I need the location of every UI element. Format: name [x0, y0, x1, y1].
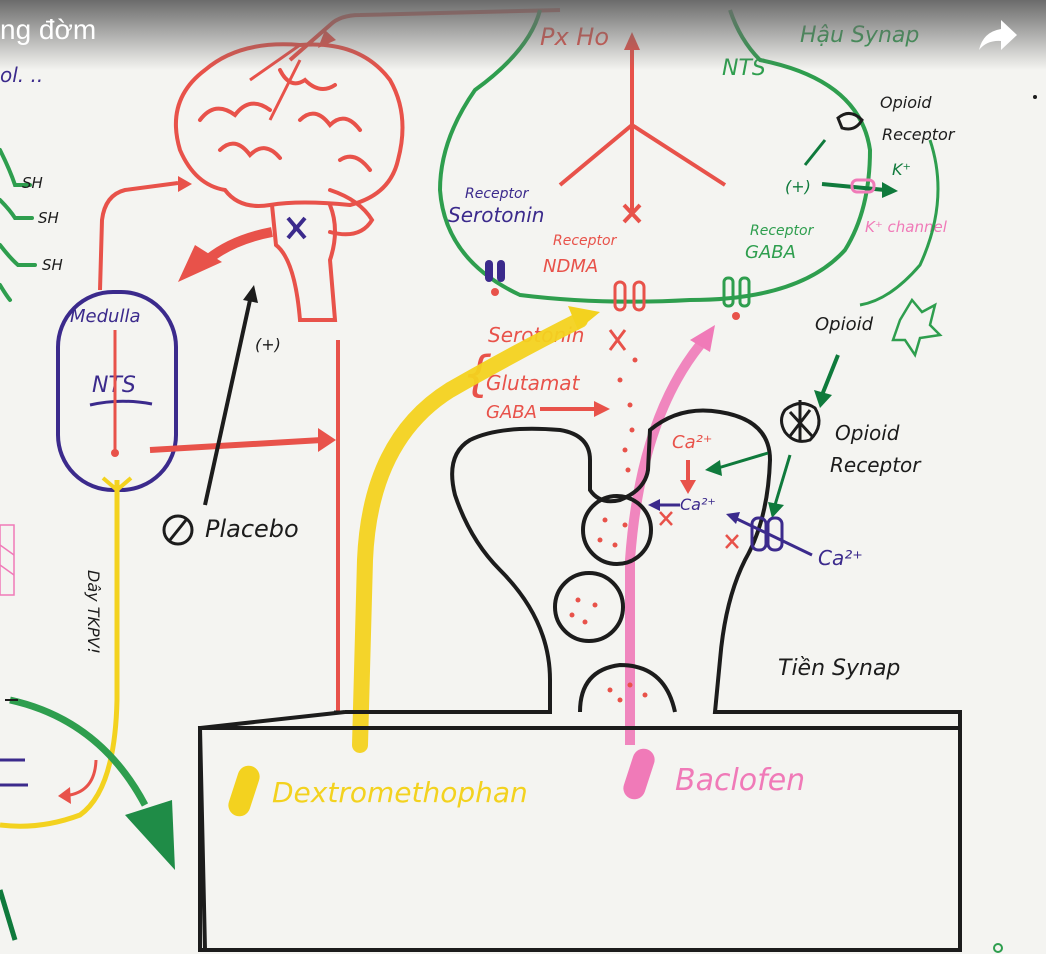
share-button[interactable]	[975, 16, 1021, 56]
dextromethorphan-label: Dextromethophan	[272, 776, 528, 809]
opioid-receptor-top-1: Opioid	[880, 93, 932, 112]
nts-right-label: NTS	[722, 56, 766, 81]
receptor-gaba-small: Receptor	[750, 223, 815, 239]
ca-top-label: Ca²⁺	[672, 432, 712, 453]
nerve-label: Dây TKPV!	[84, 570, 103, 654]
receptor-serotonin-small: Receptor	[465, 186, 530, 202]
receptor-ndma-label: NDMA	[543, 256, 598, 277]
whiteboard-diagram: SH SH SH ol. .. Medulla NTS Dây TKPV!	[0, 0, 1046, 954]
receptor-gaba-label: GABA	[745, 242, 796, 263]
k-plus-label: K⁺	[892, 160, 911, 179]
px-ho-label: Px Ho	[540, 23, 609, 51]
placebo-label: Placebo	[205, 515, 299, 543]
sh-label-3: SH	[42, 256, 63, 274]
receptor-ndma-small: Receptor	[553, 233, 618, 249]
ca-bottom-label: Ca²⁺	[818, 546, 863, 570]
baclofen-label: Baclofen	[675, 763, 805, 798]
share-arrow-icon	[979, 20, 1017, 50]
ca-mid-label: Ca²⁺	[680, 495, 716, 514]
opioid-label: Opioid	[815, 314, 874, 335]
sh-label-2: SH	[38, 209, 59, 227]
tien-synap-label: Tiền Synap	[778, 656, 900, 681]
gaba-label: GABA	[486, 402, 537, 423]
sh-label-1: SH	[22, 174, 43, 192]
receptor-serotonin-label: Serotonin	[448, 203, 544, 227]
opioid-receptor-label-1: Opioid	[835, 421, 900, 445]
top-left-fragment: ol. ..	[0, 63, 43, 87]
opioid-receptor-label-2: Receptor	[830, 453, 922, 477]
opioid-receptor-top-2: Receptor	[882, 125, 956, 144]
hau-synap-label: Hậu Synap	[800, 23, 919, 48]
video-title[interactable]: ng đờm	[0, 14, 96, 46]
glutamat-label: Glutamat	[486, 371, 581, 395]
plus-green: (+)	[785, 177, 811, 196]
medulla-label: Medulla	[70, 306, 140, 327]
plus-sign-black: (+)	[255, 335, 281, 354]
